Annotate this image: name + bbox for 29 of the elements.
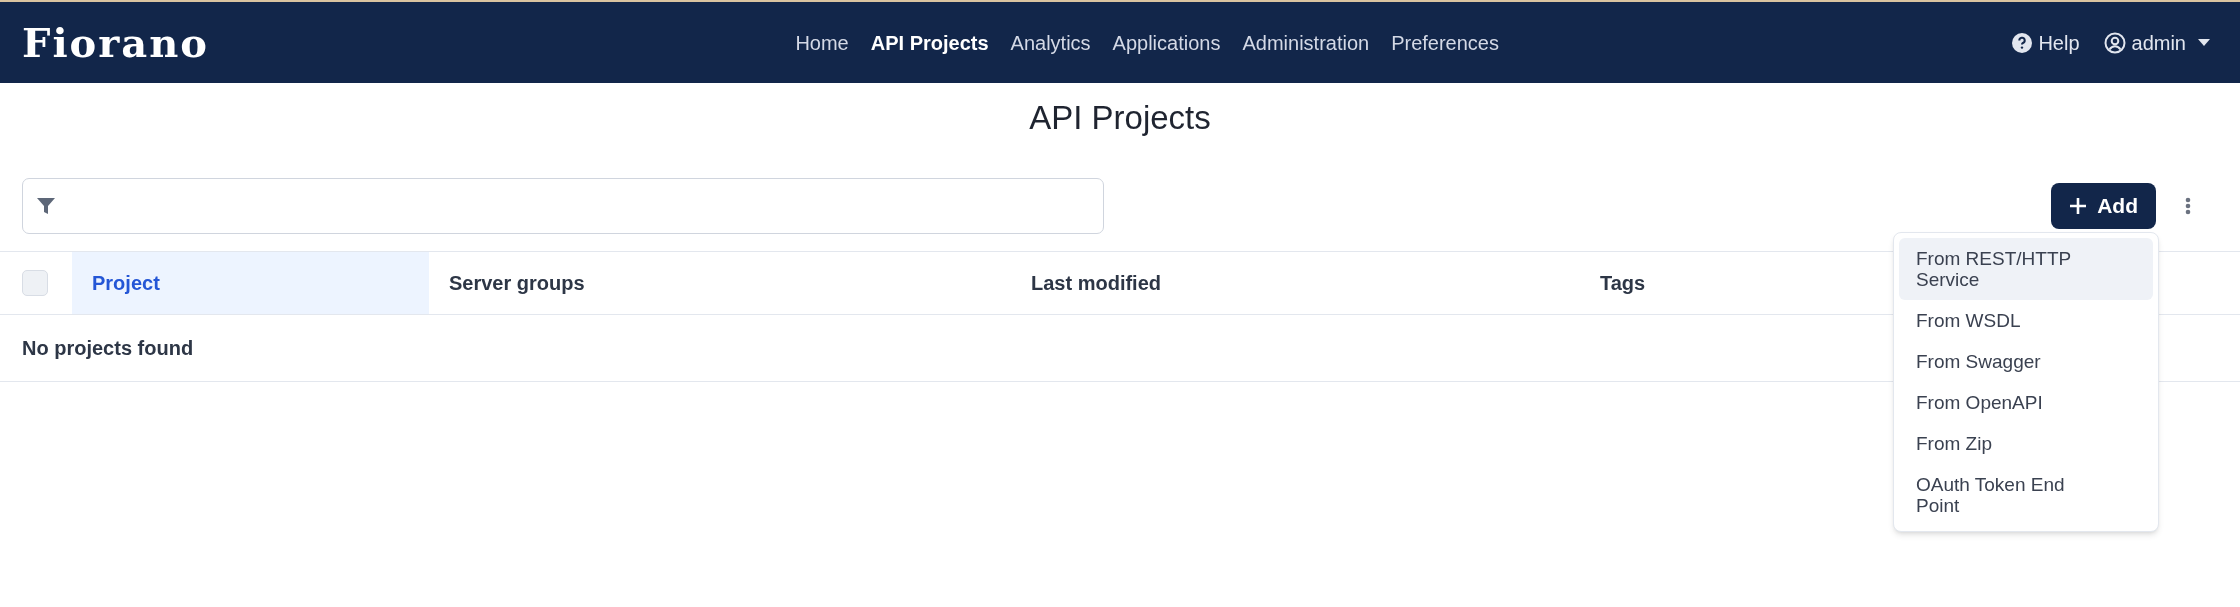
- page-title: API Projects: [1029, 98, 1211, 138]
- logo[interactable]: Fiorano: [22, 22, 222, 63]
- nav-link[interactable]: Applications: [1112, 27, 1221, 58]
- filter-icon: [36, 196, 56, 216]
- add-button[interactable]: Add: [2051, 183, 2156, 229]
- nav-link[interactable]: Home: [795, 27, 849, 58]
- column-header[interactable]: Server groups: [429, 252, 1011, 314]
- empty-message: No projects found: [22, 336, 194, 361]
- caret-icon: [2198, 38, 2210, 47]
- help-icon: [2012, 32, 2033, 53]
- menu-item[interactable]: From Swagger: [1899, 341, 2153, 382]
- column-header[interactable]: Project: [72, 252, 429, 314]
- nav-link[interactable]: API Projects: [870, 27, 989, 58]
- menu-item[interactable]: From OpenAPI: [1899, 382, 2153, 423]
- menu-item[interactable]: From Zip: [1899, 423, 2153, 464]
- user-menu-button[interactable]: admin: [2103, 27, 2210, 58]
- column-header[interactable]: Tags: [1580, 252, 1840, 314]
- menu-item[interactable]: From WSDL: [1899, 300, 2153, 341]
- nav-link[interactable]: Preferences: [1391, 27, 1499, 58]
- select-all-checkbox[interactable]: [22, 270, 48, 296]
- plus-icon: [2069, 197, 2088, 215]
- nav-link[interactable]: Analytics: [1010, 27, 1091, 58]
- menu-item[interactable]: OAuth Token End Point: [1899, 464, 2153, 526]
- column-header[interactable]: Last modified: [1011, 252, 1580, 314]
- kebab-icon: [2185, 197, 2191, 215]
- nav-link[interactable]: Administration: [1242, 27, 1370, 58]
- help-button[interactable]: Help: [2012, 27, 2080, 58]
- menu-item[interactable]: From REST/HTTP Service: [1899, 238, 2153, 300]
- user-icon: [2103, 31, 2126, 54]
